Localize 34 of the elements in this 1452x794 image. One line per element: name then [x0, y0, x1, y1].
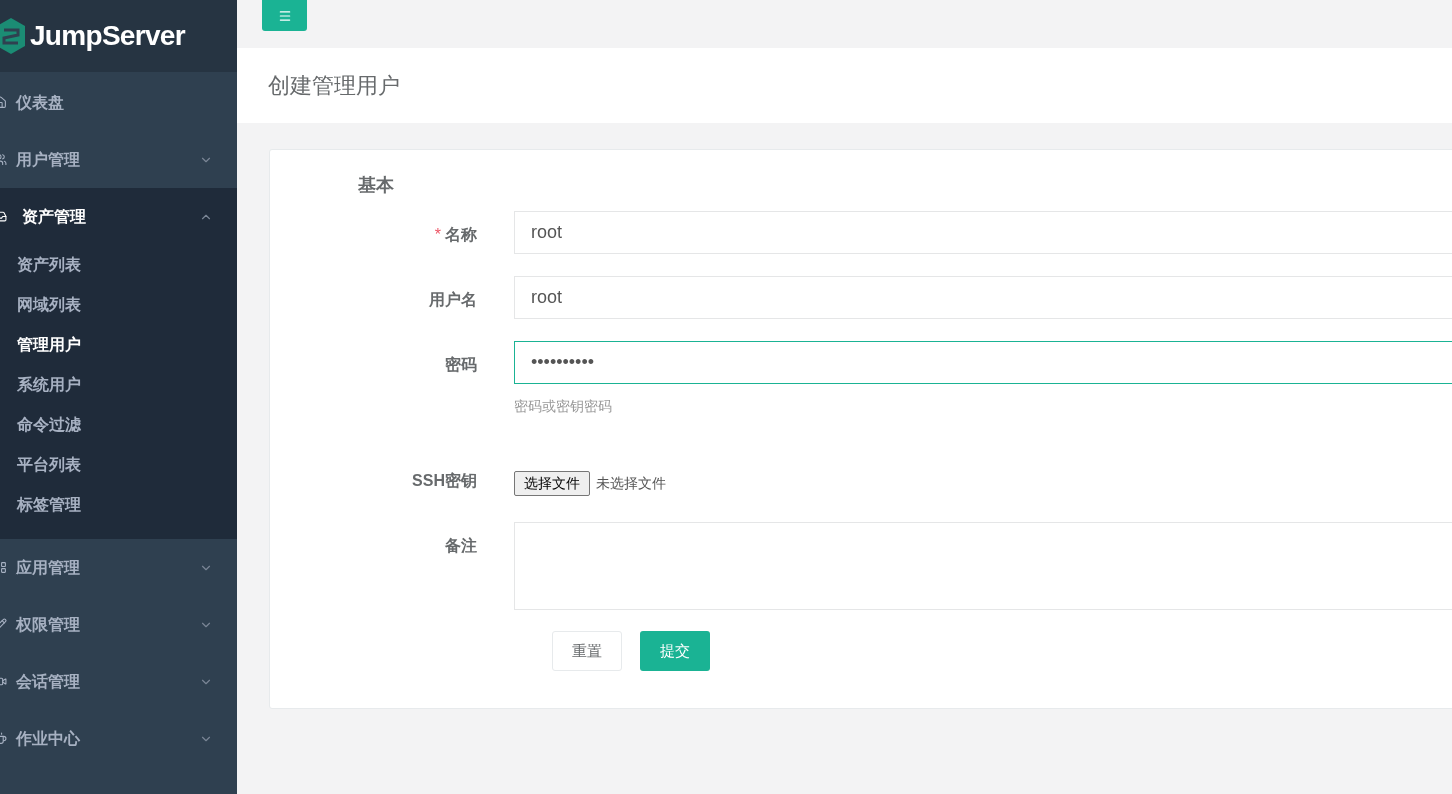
input-field[interactable]: root [514, 276, 1452, 319]
submenu-item[interactable]: 平台列表 [0, 445, 237, 485]
field-label: 用户名 [429, 290, 477, 310]
field-label: 备注 [445, 536, 477, 556]
remark-field[interactable] [514, 522, 1452, 610]
file-status: 未选择文件 [596, 473, 666, 493]
menu-button[interactable] [262, 0, 307, 31]
section-title: 基本 [358, 174, 395, 197]
sidebar-item[interactable]: 仪表盘 [0, 74, 237, 131]
field-label: 名称 [445, 225, 477, 245]
sidebar-item[interactable]: 资产管理 [0, 188, 237, 245]
field-label: SSH密钥 [412, 471, 477, 491]
submenu-item[interactable]: 命令过滤 [0, 405, 237, 445]
logo-text: JumpServer [30, 19, 185, 53]
submenu-item[interactable]: 网域列表 [0, 285, 237, 325]
choose-file-button[interactable]: 选择文件 [514, 470, 590, 496]
help-text: 密码或密钥密码 [514, 397, 613, 416]
page-title: 创建管理用户 [268, 72, 400, 100]
submenu-item[interactable]: 标签管理 [0, 485, 237, 525]
field-label: 密码 [445, 355, 477, 375]
reset-button[interactable]: 重置 [552, 631, 622, 671]
required-mark: * [434, 225, 441, 245]
submenu-item[interactable]: 资产列表 [0, 245, 237, 285]
input-field[interactable]: root [514, 211, 1452, 254]
menu-icon [277, 8, 292, 23]
logo-icon [0, 16, 26, 56]
sidebar-item[interactable]: 会话管理 [0, 653, 237, 710]
sidebar-item[interactable]: 作业中心 [0, 710, 237, 767]
sidebar-item[interactable]: 应用管理 [0, 539, 237, 596]
submenu-item[interactable]: 系统用户 [0, 365, 237, 405]
submenu-item[interactable]: 管理用户 [0, 325, 237, 365]
sidebar-item[interactable]: 用户管理 [0, 131, 237, 188]
sidebar-item[interactable]: 权限管理 [0, 596, 237, 653]
password-field[interactable]: •••••••••• [514, 341, 1452, 384]
